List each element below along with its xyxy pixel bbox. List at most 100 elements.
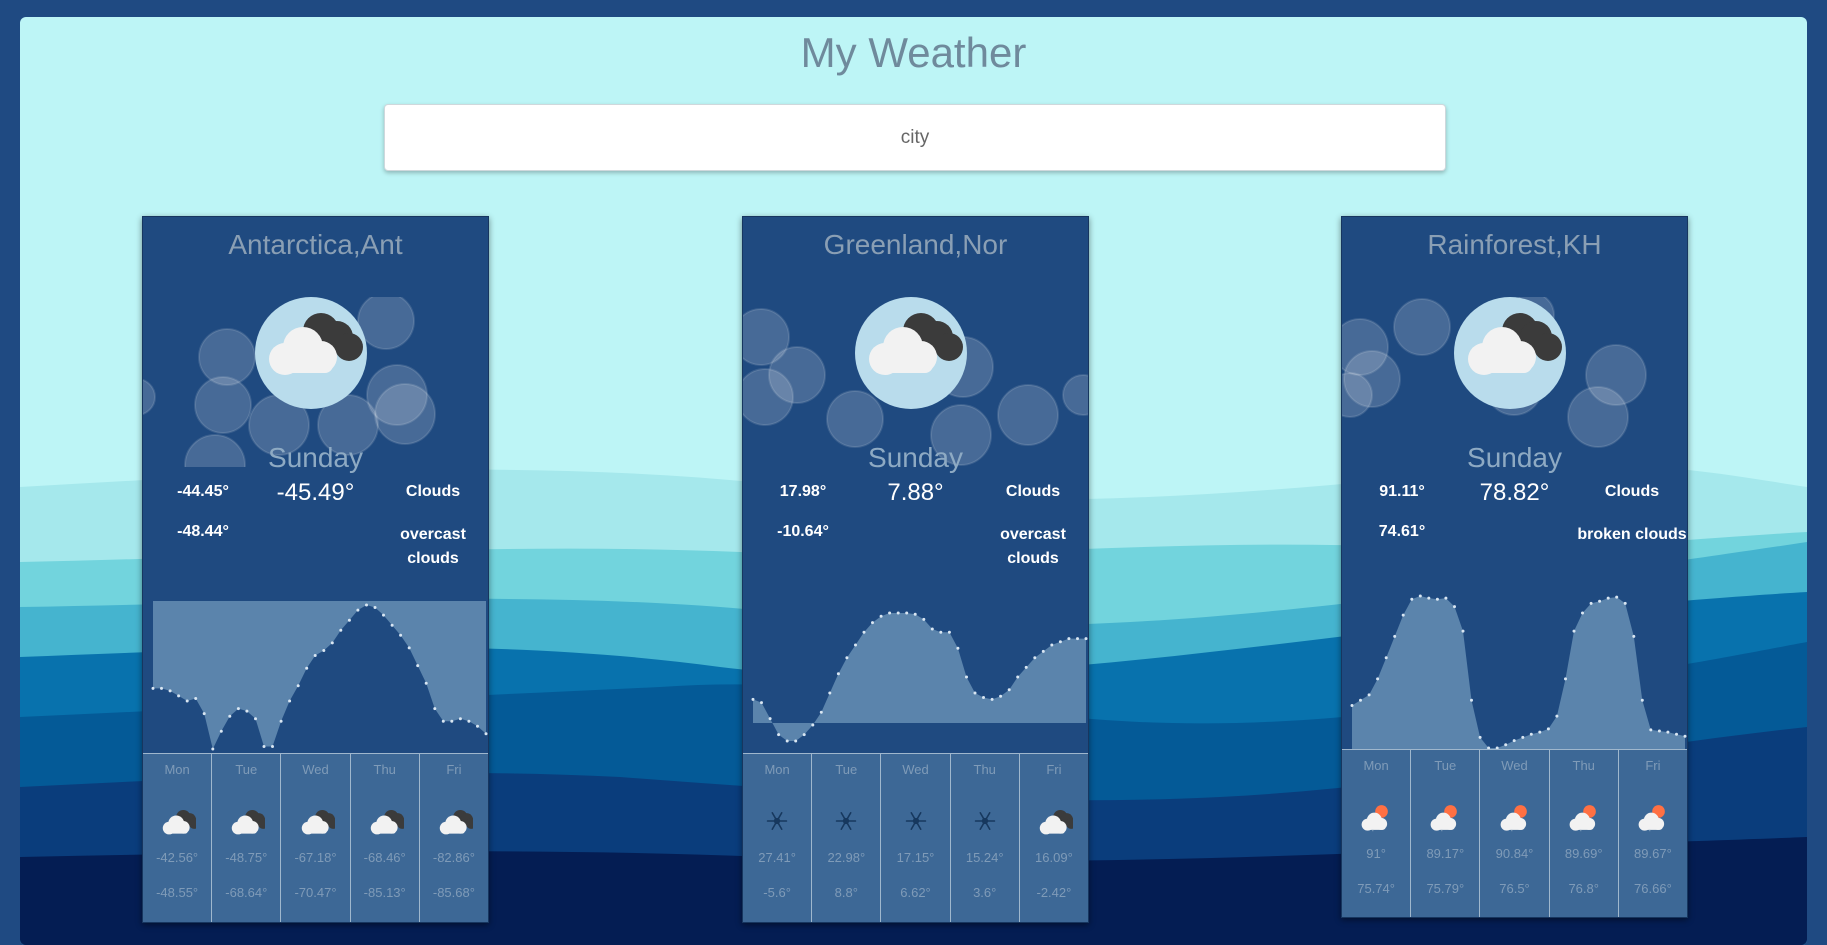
temp-low: -48.44° [177, 523, 229, 540]
temperature-point [1359, 698, 1362, 702]
temperature-area [1352, 596, 1685, 752]
temp-high: 91.11° [1379, 483, 1425, 500]
forecast-high: 89.67° [1634, 846, 1672, 861]
forecast-day-name: Mon [764, 762, 790, 777]
temperature-point [1589, 601, 1593, 605]
temperature-point [888, 611, 892, 615]
forecast-day-name: Wed [1501, 758, 1528, 773]
sun-cloud-icon [1500, 805, 1527, 832]
temperature-point [1649, 728, 1653, 732]
forecast-day: Wed 17.15° 6.62° [881, 754, 951, 922]
current-weather-icon [855, 297, 967, 409]
temperature-point [845, 656, 849, 660]
temperature-point [1632, 634, 1636, 638]
temp-low: 74.61° [1378, 523, 1426, 540]
temperature-point [1033, 656, 1037, 660]
temperature-point [1512, 739, 1516, 743]
temperature-point [939, 630, 943, 634]
forecast-high: 15.24° [965, 850, 1004, 865]
forecast-day: Mon 91° 75.74° [1342, 750, 1412, 917]
forecast-day-name: Tue [835, 762, 858, 777]
forecast-low: -85.68° [432, 885, 475, 900]
forecast-low: 6.62° [900, 885, 931, 900]
temp-high: 17.98° [779, 483, 827, 500]
forecast-day-name: Thu [973, 762, 996, 777]
temperature-point [407, 646, 411, 650]
forecast-day: Fri 89.67° 76.66° [1619, 750, 1687, 917]
temperature-point [1041, 649, 1045, 653]
temperature-point [1453, 605, 1456, 609]
temperature-point [450, 719, 454, 723]
weather-condition: Clouds [405, 483, 461, 500]
temperature-point [365, 603, 368, 607]
temperature-point [1461, 629, 1465, 633]
temperature-point [1393, 634, 1397, 638]
temperature-point [1418, 594, 1422, 598]
forecast-low: 3.6° [973, 885, 997, 900]
city-name: Antarctica,Ant [228, 229, 403, 260]
temperature-point [1546, 727, 1550, 731]
forecast-day-name: Tue [235, 762, 258, 777]
temperature-point [1410, 597, 1414, 601]
temperature-point [956, 646, 960, 650]
forecast-low: 76.66° [1634, 881, 1672, 896]
temperature-point [871, 621, 874, 625]
temperature-point [802, 733, 806, 737]
day-label: Sunday [868, 442, 963, 473]
temperature-point [794, 739, 798, 743]
temperature-point [382, 613, 385, 617]
temperature-point [177, 694, 181, 698]
temp-current: 7.88° [887, 479, 944, 506]
temperature-point [1555, 714, 1559, 718]
temperature-point [441, 719, 445, 723]
forecast-day: Thu 89.69° 76.8° [1550, 750, 1619, 917]
weather-description: broken clouds [1577, 526, 1687, 543]
forecast-high: -67.18° [294, 850, 337, 865]
temperature-point [1376, 677, 1380, 681]
forecast-day: Wed -67.18° -70.47° [281, 754, 351, 922]
temperature-point [1606, 596, 1610, 600]
temperature-point [271, 745, 274, 748]
forecast-low: -85.13° [363, 885, 406, 900]
temperature-point [1401, 613, 1405, 617]
forecast-day-name: Wed [902, 762, 929, 777]
temperature-point [751, 697, 755, 701]
temperature-point [313, 654, 317, 657]
forecast-day: Wed 90.84° 76.5° [1480, 750, 1550, 917]
forecast-day: Mon 27.41° -5.6° [743, 754, 813, 922]
temperature-point [1470, 698, 1473, 702]
temperature-point [160, 686, 163, 690]
temperature-point [819, 710, 823, 714]
weather-condition: Clouds [1005, 483, 1061, 500]
forecast-high: 27.41° [758, 850, 796, 865]
temperature-point [1050, 643, 1054, 647]
current-weather-icon [255, 297, 367, 409]
temperature-point [211, 747, 215, 751]
temperature-point [1683, 734, 1687, 738]
forecast-high: 89.69° [1564, 846, 1603, 861]
day-label: Sunday [1467, 442, 1562, 473]
forecast-high: 22.98° [827, 850, 866, 865]
temperature-point [151, 686, 155, 690]
forecast-low: 75.74° [1357, 881, 1395, 896]
forecast-row: Mon 27.41° -5.6° Tue 22.98° 8.8° Wed 17.15° 6.… [743, 753, 1088, 922]
temperature-point [760, 701, 763, 705]
temperature-point [1367, 693, 1371, 697]
forecast-day: Thu -68.46° -85.13° [351, 754, 420, 922]
temperature-point [476, 724, 479, 728]
weather-card: Greenland,Nor Sunday 17.98° -10.64° 7.88… [742, 216, 1089, 923]
temperature-point [905, 611, 909, 615]
temperature-point [1427, 596, 1431, 600]
temp-current: 78.82° [1479, 479, 1550, 506]
cloudy-icon [869, 313, 963, 375]
city-search-input[interactable] [384, 104, 1446, 171]
forecast-low: 75.79° [1426, 881, 1465, 896]
temperature-point [390, 623, 394, 627]
weather-condition: Clouds [1604, 483, 1660, 500]
temperature-point [322, 649, 326, 652]
temp-low: -10.64° [777, 523, 829, 540]
weather-description: overcast clouds [400, 526, 466, 567]
forecast-high: -68.46° [363, 850, 406, 865]
cloudy-icon [232, 809, 266, 835]
temperature-point [1521, 735, 1525, 739]
